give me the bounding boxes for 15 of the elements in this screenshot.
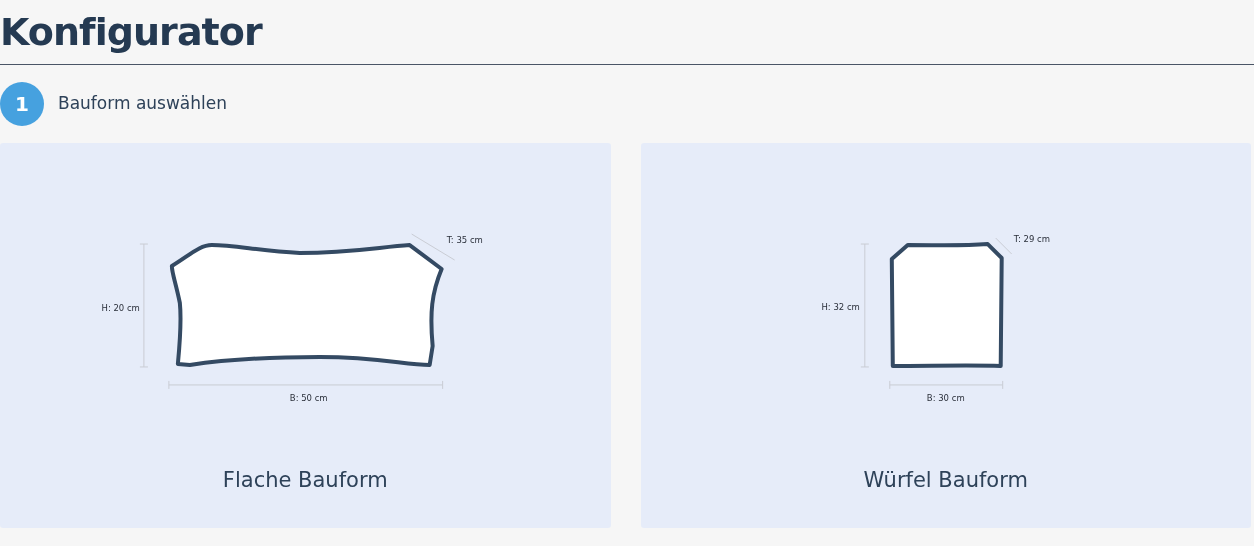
depth-dimension-line <box>411 233 456 261</box>
step-number-badge: 1 <box>0 82 44 126</box>
shape-option-card[interactable]: H: 32 cm B: 30 cm T: 29 cm Würfel Bauform <box>640 143 1251 528</box>
depth-label: T: 35 cm <box>446 235 483 246</box>
page-title: Konfigurator <box>0 13 262 51</box>
height-label: H: 32 cm <box>820 302 860 312</box>
depth-label: T: 29 cm <box>1013 234 1050 245</box>
depth-dimension-line <box>994 237 1012 255</box>
step-label: Bauform auswählen <box>58 92 227 116</box>
shape-option-card[interactable]: H: 20 cm B: 50 cm T: 35 cm Flache Bauform <box>0 143 611 528</box>
width-label: B: 30 cm <box>926 392 965 403</box>
width-label: B: 50 cm <box>289 392 328 403</box>
option-title: Würfel Bauform <box>863 467 1028 494</box>
height-label: H: 20 cm <box>101 303 140 313</box>
option-title: Flache Bauform <box>222 467 388 494</box>
